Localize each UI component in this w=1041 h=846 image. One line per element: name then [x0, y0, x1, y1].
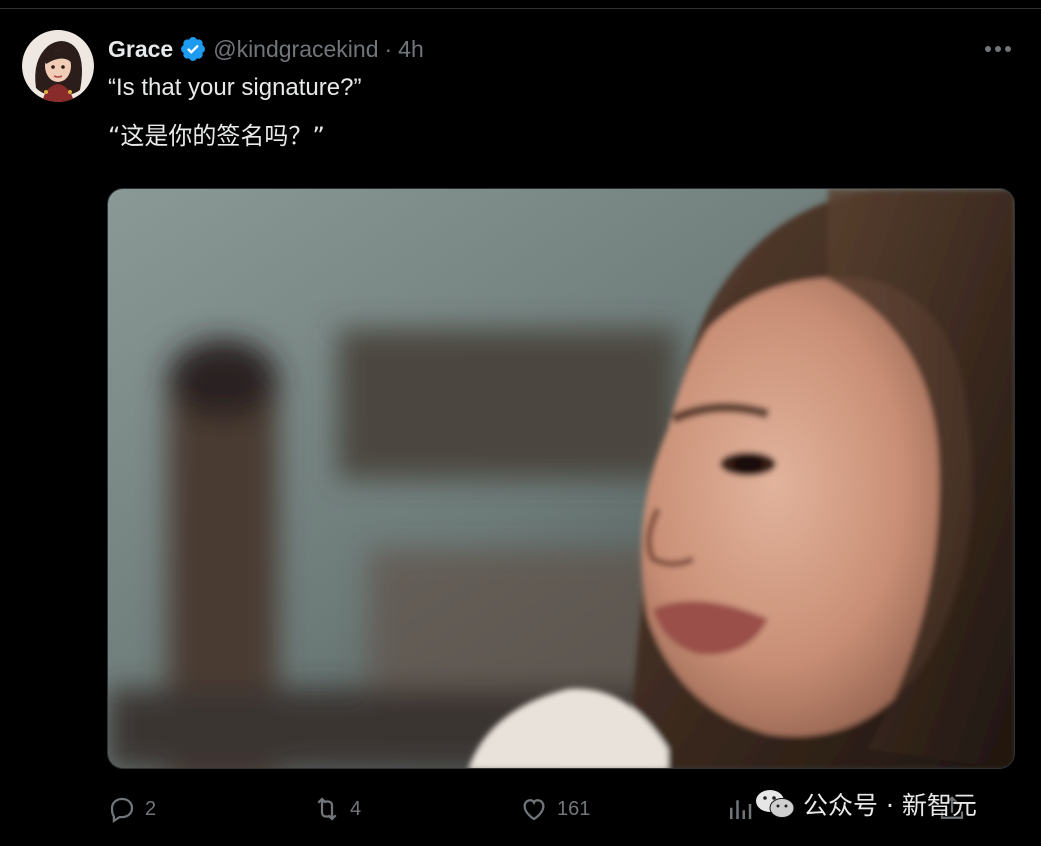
like-button[interactable]: 161	[519, 789, 590, 829]
user-handle[interactable]: @kindgracekind	[213, 34, 378, 64]
like-count: 161	[557, 797, 591, 820]
wechat-icon	[755, 787, 795, 821]
retweet-count: 4	[350, 797, 362, 820]
display-name[interactable]: Grace	[108, 34, 173, 64]
tweet-media-image[interactable]	[107, 188, 1015, 769]
separator-dot: ·	[384, 36, 393, 62]
watermark-text: 公众号 · 新智元	[803, 791, 977, 820]
reply-icon	[110, 797, 134, 823]
more-horizontal-icon[interactable]	[983, 38, 1013, 60]
top-divider	[0, 8, 1041, 9]
tweet-text-line: “这是你的签名吗？”	[108, 122, 325, 150]
tweet-header: Grace @kindgracekind · 4h	[108, 34, 424, 64]
timestamp[interactable]: 4h	[398, 34, 424, 64]
watermark: 公众号 · 新智元	[755, 784, 977, 824]
verified-badge-icon[interactable]	[179, 35, 207, 63]
reply-count: 2	[145, 797, 157, 820]
heart-icon	[523, 799, 545, 821]
reply-button[interactable]: 2	[107, 789, 156, 829]
tweet-text-line: “Is that your signature?”	[108, 74, 362, 101]
retweet-icon	[317, 797, 337, 821]
avatar[interactable]	[22, 30, 94, 102]
views-bar-chart-icon	[730, 800, 752, 819]
retweet-button[interactable]: 4	[312, 789, 361, 829]
